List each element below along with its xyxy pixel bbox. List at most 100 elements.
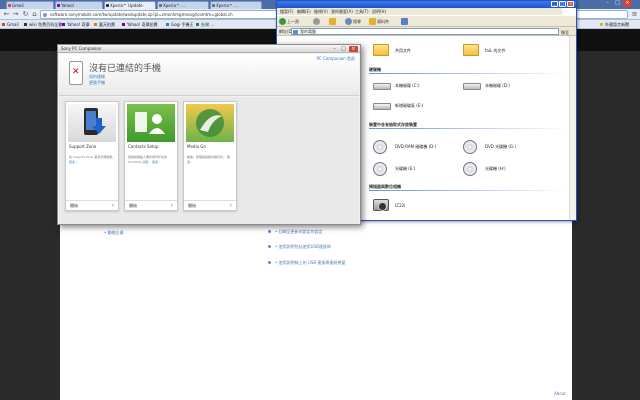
support-list-item[interactable]: • 回歸至更新的設定的設定	[268, 229, 323, 235]
contacts-setup-card[interactable]: Contacts Setup 啟動將聯絡人備份或同步化的 Contacts 功能…	[124, 101, 178, 211]
search-icon	[345, 18, 352, 25]
bullet-icon	[268, 245, 271, 248]
forward-arrow-icon[interactable]: →	[11, 10, 20, 19]
media-go-icon	[196, 109, 224, 137]
disk-e[interactable]: 新增磁碟區 (E:)	[373, 99, 423, 113]
dvd-drive[interactable]: DVD 光碟機 (G:)	[463, 140, 516, 154]
bookmark-item[interactable]: 台灣 ...	[196, 21, 214, 28]
close-icon[interactable]: ×	[623, 0, 632, 7]
search-button[interactable]: 搜尋	[345, 18, 361, 26]
back-button[interactable]: 上一頁	[279, 18, 299, 26]
scrollbar[interactable]	[569, 36, 576, 220]
window-title: Sony PC Companion	[61, 46, 102, 51]
close-icon[interactable]: ×	[567, 1, 574, 7]
about-link[interactable]: About	[554, 391, 566, 396]
gmail-icon	[8, 4, 11, 7]
dvd-ram-drive[interactable]: DVD-RAM 磁碟機 (D:)	[373, 140, 436, 154]
change-phone-link[interactable]: 更換手機	[89, 80, 105, 86]
more-link[interactable]: 更多...	[69, 160, 78, 164]
menu-edit[interactable]: 編輯(E)	[297, 8, 311, 15]
browser-tab[interactable]: Xperia™ ...	[210, 1, 262, 9]
bookmark-item[interactable]: 露天拍賣	[94, 21, 115, 28]
minimize-icon[interactable]: –	[603, 0, 612, 7]
more-link[interactable]: 更多...	[152, 160, 161, 164]
bullet-icon	[268, 261, 271, 264]
browser-tab-active[interactable]: Xperia™ Update	[104, 1, 156, 9]
menu-tools[interactable]: 工具(T)	[355, 8, 369, 15]
explorer-toolbar: 上一頁 搜尋 資料夾	[277, 15, 576, 27]
start-button[interactable]: 開始 ›	[184, 200, 236, 210]
pc-companion-home-link[interactable]: PC Companion 首頁	[316, 56, 355, 62]
bookmark-icon	[62, 23, 65, 26]
support-zone-card[interactable]: Support Zone 在 Support Zone 更新手機軟體、 更多..…	[65, 101, 119, 211]
support-list-item[interactable]: • 使用說明線上的 USB 連接埠連結視窗	[268, 260, 345, 266]
section-divider	[369, 73, 569, 74]
bookmark-item[interactable]: Gmail	[2, 21, 19, 28]
browser-tab[interactable]: Xperia™ ...	[157, 1, 209, 9]
menu-help[interactable]: 說明(H)	[372, 8, 386, 15]
card-title: Contacts Setup	[128, 144, 159, 149]
back-arrow-icon[interactable]: ←	[2, 10, 11, 19]
no-phone-heading: 沒有已連結的手機	[89, 64, 162, 74]
card-description: 播放、整理與媒體內容同步。 更多...	[187, 155, 230, 164]
disk-c[interactable]: 本機磁碟 (C:)	[373, 79, 420, 93]
other-bookmarks[interactable]: 外國語言新聞	[600, 21, 629, 28]
media-go-card[interactable]: Media Go 播放、整理與媒體內容同步。 更多... 開始 ›	[183, 101, 237, 211]
start-button[interactable]: 開始 ›	[125, 200, 177, 210]
section-divider	[369, 190, 569, 191]
menu-favorites[interactable]: 我的最愛(A)	[331, 8, 353, 15]
wrench-icon[interactable]: ≡	[630, 10, 639, 19]
chevron-right-icon: ›	[170, 202, 173, 209]
home-icon[interactable]: ⌂	[30, 10, 39, 19]
explorer-menubar: 檔案(F) 編輯(E) 檢視(V) 我的最愛(A) 工具(T) 說明(H)	[277, 8, 576, 15]
phone-download-icon	[84, 108, 106, 135]
pc-companion-window: Sony PC Companion – □ × ✕ 沒有已連結的手機 如何連線 …	[57, 44, 361, 225]
back-arrow-icon	[279, 18, 286, 25]
dvd-icon	[373, 140, 387, 154]
menu-view[interactable]: 檢視(V)	[314, 8, 328, 15]
close-icon[interactable]: ×	[349, 46, 358, 52]
card-description: 在 Support Zone 更新手機軟體、 更多...	[69, 155, 116, 164]
dvd-icon	[463, 140, 477, 154]
maximize-icon[interactable]: □	[613, 0, 622, 7]
forward-button[interactable]	[313, 18, 321, 26]
cd-icon	[373, 162, 387, 176]
up-folder-button[interactable]	[329, 18, 337, 26]
maximize-icon[interactable]: □	[339, 46, 348, 52]
browser-tab[interactable]: Yahoo!	[55, 1, 103, 9]
bookmark-icon	[2, 23, 5, 26]
shared-documents-folder[interactable]: 共用文件	[373, 44, 411, 58]
start-button[interactable]: 開始 ›	[66, 200, 118, 210]
card-title: Support Zone	[69, 144, 97, 149]
page-icon	[212, 4, 215, 7]
globe-icon	[43, 13, 47, 17]
browser-tab[interactable]: Gmail	[6, 1, 54, 9]
bookmark-item[interactable]: Yahoo! 奇摩	[62, 21, 90, 28]
my-documents-folder[interactable]: faiL 的文件	[463, 44, 505, 58]
bullet-icon	[268, 230, 271, 233]
bookmark-item[interactable]: wiki 免費百科全書	[24, 21, 62, 28]
bookmark-item[interactable]: Gogi 手機王	[166, 21, 193, 28]
explorer-address-input[interactable]: 我的電腦	[291, 28, 559, 35]
cd-drive-h[interactable]: 光碟機 (H:)	[463, 162, 506, 176]
contact-link[interactable]: • 聯絡企業	[104, 230, 124, 236]
support-list-item[interactable]: • 使用說明包括使用USB連接埠	[268, 244, 331, 250]
cd-drive-e[interactable]: 光碟機 (E:)	[373, 162, 415, 176]
reload-icon[interactable]: ↻	[21, 10, 30, 19]
views-button[interactable]	[401, 18, 409, 26]
maximize-icon[interactable]: □	[559, 1, 566, 7]
phone-camera-device[interactable]: LT22i	[373, 199, 405, 213]
chevron-right-icon: ›	[229, 202, 232, 209]
connection-status-header: ✕ 沒有已連結的手機 如何連線 更換手機 PC Companion 首頁	[59, 54, 359, 96]
explorer-titlebar[interactable]: _ □ ×	[277, 1, 576, 8]
disk-d[interactable]: 本機磁碟 (D:)	[463, 79, 510, 93]
menu-file[interactable]: 檔案(F)	[280, 8, 293, 15]
folders-button[interactable]: 資料夾	[369, 18, 389, 26]
hard-disk-icon	[373, 83, 391, 90]
folders-icon	[369, 18, 376, 25]
bookmark-item[interactable]: Yahoo! 奇摩拍賣	[122, 21, 158, 28]
bookmark-icon	[94, 23, 97, 26]
pc-companion-titlebar[interactable]: Sony PC Companion – □ ×	[58, 45, 360, 53]
minimize-icon[interactable]: –	[330, 46, 339, 52]
minimize-icon[interactable]: _	[551, 1, 558, 7]
